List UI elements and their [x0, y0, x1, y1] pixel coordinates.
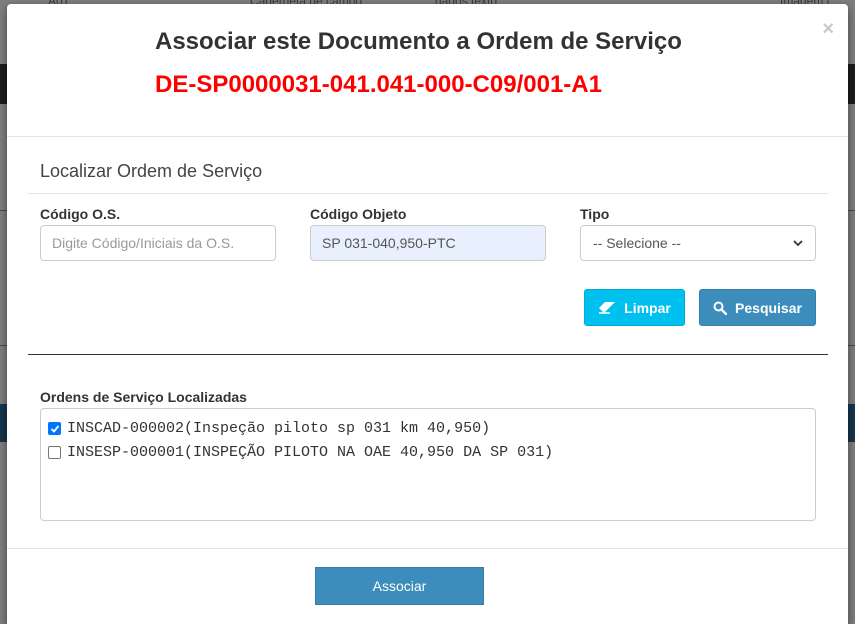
modal-title: Associar este Documento a Ordem de Servi…: [155, 28, 682, 55]
modal-header: × Associar este Documento a Ordem de Ser…: [7, 4, 848, 137]
search-button[interactable]: Pesquisar: [699, 289, 816, 326]
clear-button-label: Limpar: [624, 299, 671, 316]
object-code-label: Código Objeto: [310, 206, 407, 222]
footer-divider: [7, 548, 848, 549]
type-label: Tipo: [580, 206, 610, 222]
associate-button[interactable]: Associar: [315, 567, 484, 605]
list-item[interactable]: INSESP-000001(INSPEÇÃO PILOTO NA OAE 40,…: [48, 444, 553, 461]
checkmark-icon: [50, 424, 59, 433]
result-checkbox-checked[interactable]: [48, 422, 61, 435]
search-section-title: Localizar Ordem de Serviço: [40, 161, 263, 181]
clear-button[interactable]: Limpar: [584, 289, 685, 326]
chevron-down-icon: [793, 240, 803, 247]
result-checkbox[interactable]: [48, 446, 61, 459]
eraser-icon: [599, 301, 616, 314]
type-select[interactable]: -- Selecione --: [580, 225, 816, 261]
object-code-input[interactable]: [310, 225, 546, 261]
section-divider: [28, 193, 828, 194]
associate-os-modal: × Associar este Documento a Ordem de Ser…: [7, 4, 848, 624]
list-item[interactable]: INSCAD-000002(Inspeção piloto sp 031 km …: [48, 420, 490, 437]
type-selected-value: -- Selecione --: [593, 235, 681, 251]
results-divider: [28, 354, 828, 355]
results-list: INSCAD-000002(Inspeção piloto sp 031 km …: [40, 408, 816, 521]
result-text: INSCAD-000002(Inspeção piloto sp 031 km …: [67, 420, 491, 437]
search-icon: [713, 301, 728, 315]
search-button-label: Pesquisar: [735, 299, 802, 316]
result-text: INSESP-000001(INSPEÇÃO PILOTO NA OAE 40,…: [67, 444, 554, 461]
document-code: DE-SP0000031-041.041-000-C09/001-A1: [155, 71, 602, 98]
close-button[interactable]: ×: [822, 19, 834, 39]
os-code-label: Código O.S.: [40, 206, 121, 222]
os-code-input[interactable]: [40, 225, 276, 261]
results-label: Ordens de Serviço Localizadas: [40, 389, 247, 405]
